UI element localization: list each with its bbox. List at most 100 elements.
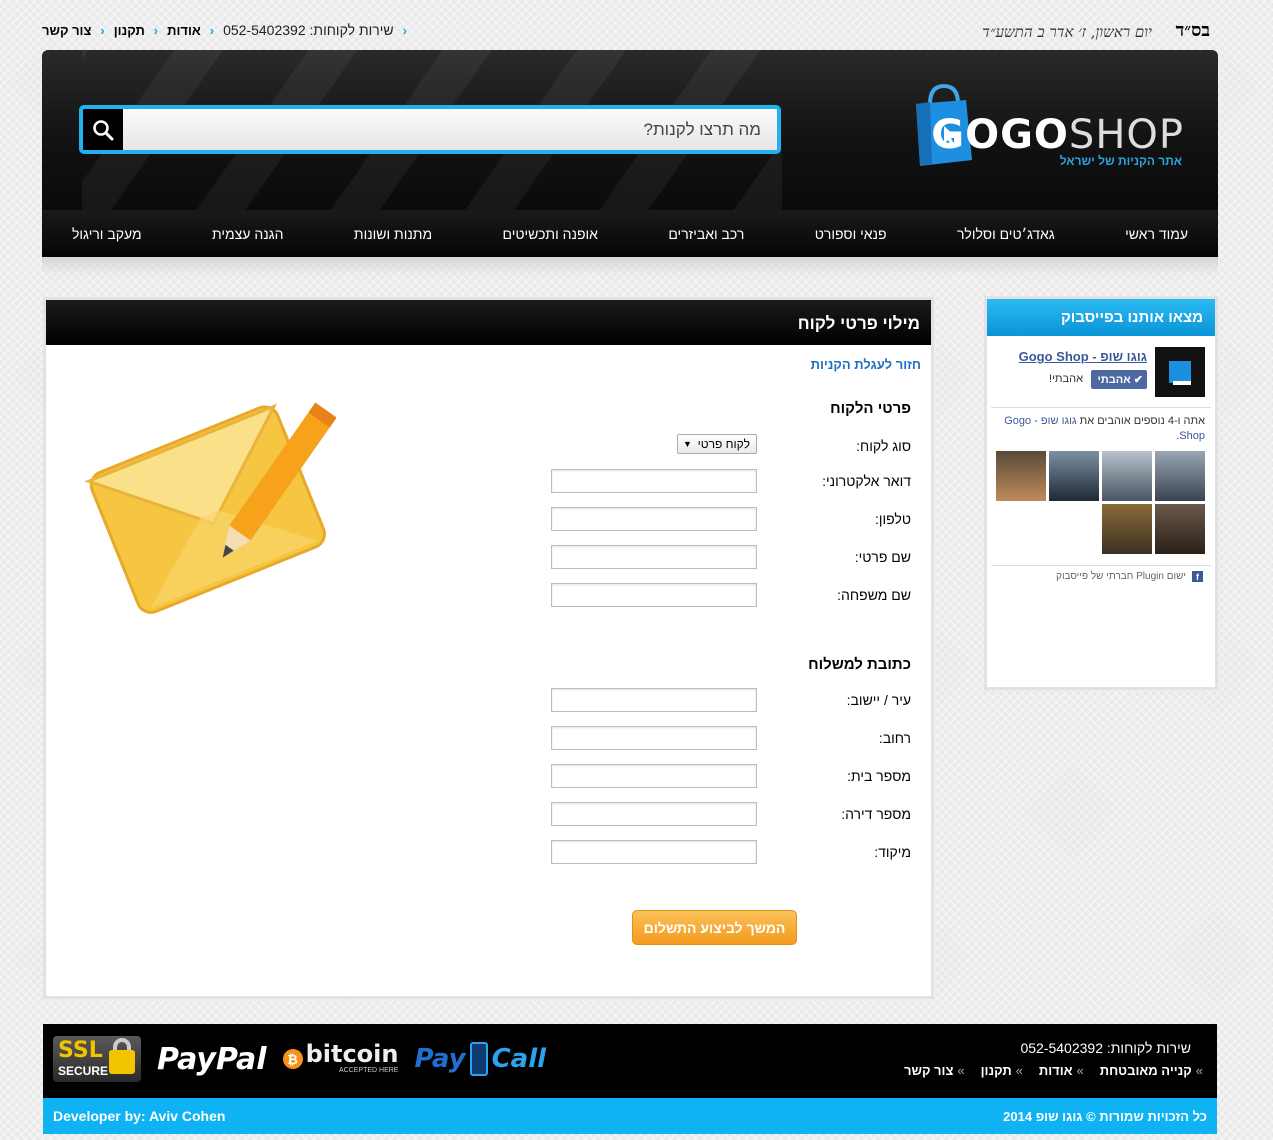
mobile-phone-icon <box>469 1042 488 1076</box>
bitcoin-logo: ₿ bitcoin ACCEPTED HERE <box>282 1042 398 1074</box>
footer-links: »קנייה מאובטחת »אודות »תקנון »צור קשר <box>904 1063 1203 1078</box>
top-link-contact[interactable]: צור קשר <box>42 23 91 38</box>
bitcoin-icon: ₿ <box>282 1049 303 1069</box>
nav-item-car[interactable]: רכב ואביזרים <box>668 226 744 242</box>
hebrew-date: יום ראשון, ז׳ אדר ב התשע״ד <box>982 23 1152 41</box>
last-name-field[interactable] <box>551 583 757 607</box>
lock-icon <box>109 1050 135 1074</box>
customer-details-panel: מילוי פרטי לקוח חזור לעגלת הקניות פרטי ה… <box>43 297 934 999</box>
chevron-icon: › <box>100 22 105 38</box>
nav-item-fashion[interactable]: אופנה ותכשיטים <box>503 226 598 242</box>
shipping-section-heading: כתובת למשלוח <box>808 656 911 673</box>
nav-item-gadgets[interactable]: גאדג׳טים וסלולר <box>957 226 1055 242</box>
top-link-about[interactable]: אודות <box>167 23 201 38</box>
street-row: רחוב: <box>551 726 911 750</box>
street-field[interactable] <box>551 726 757 750</box>
customer-type-select[interactable]: לקוח פרטי ▼ <box>677 434 757 454</box>
ssl-secure-badge: SSL SECURE <box>53 1036 141 1082</box>
paycall-logo: Pay Call <box>414 1042 547 1076</box>
friend-avatar[interactable] <box>1102 504 1152 554</box>
top-link-terms[interactable]: תקנון <box>114 23 145 38</box>
top-service-phone: שירות לקוחות: 052-5402392 <box>223 22 394 38</box>
envelope-pencil-icon <box>84 402 336 614</box>
footer-link-secure-purchase[interactable]: קנייה מאובטחת <box>1100 1063 1192 1078</box>
nav-item-self-defense[interactable]: הגנה עצמית <box>212 226 283 242</box>
friend-avatar[interactable] <box>1155 451 1205 501</box>
city-row: עיר / יישוב: <box>551 688 911 712</box>
double-chevron-icon: » <box>1015 1063 1023 1078</box>
apartment-field[interactable] <box>551 802 757 826</box>
phone-row: טלפון: <box>551 507 911 531</box>
facebook-page-avatar[interactable] <box>1155 347 1205 397</box>
customer-type-label: סוג לקוח: <box>856 438 911 454</box>
first-name-label: שם פרטי: <box>854 549 911 565</box>
facebook-liked-text: אהבתי! <box>1049 373 1083 385</box>
panel-title: מילוי פרטי לקוח <box>46 300 931 345</box>
friend-avatar[interactable] <box>1049 451 1099 501</box>
back-to-cart-link[interactable]: חזור לעגלת הקניות <box>811 357 921 372</box>
bsd-label: בס״ד <box>1175 20 1210 41</box>
developer-credit: Developer by: Aviv Cohen <box>53 1108 226 1124</box>
search-button[interactable] <box>83 109 123 150</box>
double-chevron-icon: » <box>1076 1063 1084 1078</box>
facebook-icon: f <box>1192 571 1203 582</box>
house-number-label: מספר בית: <box>847 768 911 784</box>
nav-item-leisure[interactable]: פנאי וספורט <box>815 226 887 242</box>
facebook-like-button[interactable]: ✔ אהבתי <box>1091 370 1147 389</box>
chevron-icon: › <box>209 22 215 38</box>
nav-item-gifts[interactable]: מתנות ושונות <box>354 226 432 242</box>
facebook-page-name[interactable]: גוגו שופ - Gogo Shop <box>1019 349 1147 364</box>
footer-link-about[interactable]: אודות <box>1039 1063 1073 1078</box>
search-input[interactable] <box>123 109 777 150</box>
site-header: GOGOSHOP אתר הקניות של ישראל <box>42 50 1218 210</box>
top-links: צור קשר › תקנון › אודות › שירות לקוחות: … <box>42 22 407 38</box>
footer-service-phone: שירות לקוחות: 052-5402392 <box>1020 1040 1191 1056</box>
logo-tagline: אתר הקניות של ישראל <box>1059 154 1182 168</box>
shopping-bag-icon <box>1169 361 1191 385</box>
email-row: דואר אלקטרוני: <box>551 469 911 493</box>
facebook-page-card: גוגו שופ - Gogo Shop ✔ אהבתי אהבתי! <box>993 347 1205 399</box>
house-number-field[interactable] <box>551 764 757 788</box>
apartment-label: מספר דירה: <box>841 806 911 822</box>
footer-link-contact[interactable]: צור קשר <box>904 1063 953 1078</box>
double-chevron-icon: » <box>1195 1063 1203 1078</box>
footer-bottom-bar: כל הזכויות שמורות © גוגו שופ 2014 Develo… <box>43 1098 1217 1134</box>
email-label: דואר אלקטרוני: <box>822 473 911 489</box>
footer-link-terms[interactable]: תקנון <box>981 1063 1012 1078</box>
email-field[interactable] <box>551 469 757 493</box>
nav-item-tracking[interactable]: מעקב וריגול <box>72 226 142 242</box>
chevron-icon: › <box>153 22 159 38</box>
search-icon <box>93 119 114 140</box>
first-name-row: שם פרטי: <box>551 545 911 569</box>
facebook-like-count: אתה ו-4 נוספים אוהבים את גוגו שופ - Gogo… <box>1004 415 1205 442</box>
paypal-logo: PayPal <box>157 1041 267 1077</box>
logo-text-shop: SHOP <box>1068 112 1184 158</box>
main-nav: עמוד ראשי גאדג׳טים וסלולר פנאי וספורט רכ… <box>42 210 1218 257</box>
facebook-widget: מצאו אותנו בפייסבוק גוגו שופ - Gogo Shop… <box>984 296 1218 690</box>
last-name-label: שם משפחה: <box>837 587 911 603</box>
continue-to-payment-button[interactable]: המשך לביצוע התשלום <box>632 910 797 945</box>
first-name-field[interactable] <box>551 545 757 569</box>
chevron-icon: › <box>402 22 407 38</box>
last-name-row: שם משפחה: <box>551 583 911 607</box>
phone-field[interactable] <box>551 507 757 531</box>
apartment-row: מספר דירה: <box>551 802 911 826</box>
dropdown-arrow-icon: ▼ <box>683 439 692 449</box>
zip-field[interactable] <box>551 840 757 864</box>
friend-avatar[interactable] <box>1155 504 1205 554</box>
site-footer: שירות לקוחות: 052-5402392 »קנייה מאובטחת… <box>43 1024 1217 1098</box>
house-number-row: מספר בית: <box>551 764 911 788</box>
zip-label: מיקוד: <box>874 844 911 860</box>
nav-item-home[interactable]: עמוד ראשי <box>1125 226 1188 242</box>
friend-avatar[interactable] <box>996 451 1046 501</box>
friend-avatar[interactable] <box>1102 451 1152 501</box>
zip-row: מיקוד: <box>551 840 911 864</box>
street-label: רחוב: <box>878 730 911 746</box>
customer-section-heading: פרטי הלקוח <box>830 400 911 417</box>
facebook-plugin-credit: f ישום Plugin חברתי של פייסבוק <box>1056 571 1203 582</box>
customer-type-row: סוג לקוח: לקוח פרטי ▼ <box>551 434 911 458</box>
city-field[interactable] <box>551 688 757 712</box>
site-logo[interactable]: GOGOSHOP אתר הקניות של ישראל <box>884 82 1184 172</box>
top-bar: בס״ד יום ראשון, ז׳ אדר ב התשע״ד צור קשר … <box>42 18 1218 44</box>
city-label: עיר / יישוב: <box>846 692 911 708</box>
